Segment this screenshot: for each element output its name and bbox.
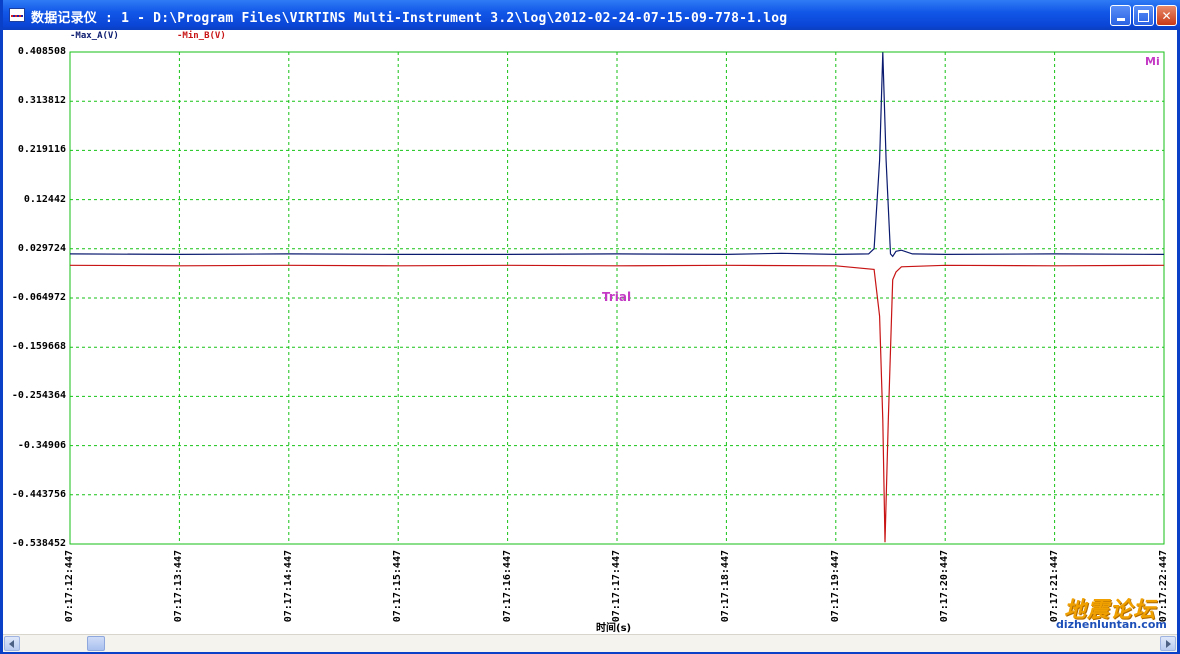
scroll-right-button[interactable] xyxy=(1160,636,1176,651)
x-tick-label: 07:17:12:447 xyxy=(64,550,75,623)
scroll-left-button[interactable] xyxy=(4,636,20,651)
x-tick-label: 07:17:16:447 xyxy=(501,550,513,623)
x-tick-label: 07:17:15:447 xyxy=(392,550,404,623)
y-tick-label: -0.538452 xyxy=(11,538,66,549)
y-tick-label: -0.443756 xyxy=(11,488,66,500)
y-tick-label: 0.313812 xyxy=(17,95,66,107)
y-tick-label: 0.12442 xyxy=(23,193,66,205)
x-tick-label: 07:17:20:447 xyxy=(939,550,951,623)
y-tick-label: 0.408508 xyxy=(17,46,66,57)
y-tick-label: -0.159668 xyxy=(11,341,66,353)
x-tick-label: 07:17:21:447 xyxy=(1048,550,1060,623)
x-tick-label: 07:17:19:447 xyxy=(829,550,841,623)
scroll-thumb[interactable] xyxy=(87,636,105,651)
x-tick-label: 07:17:18:447 xyxy=(720,550,732,623)
watermark-url: dizhenluntan.com xyxy=(1056,618,1167,631)
y-tick-label: -0.34906 xyxy=(17,439,66,451)
trial-label: Trial xyxy=(602,290,632,304)
x-tick-label: 07:17:14:447 xyxy=(282,550,294,623)
y-tick-label: 0.029724 xyxy=(17,242,66,254)
x-tick-label: 07:17:17:447 xyxy=(611,550,622,623)
corner-mark: Mi xyxy=(1145,55,1160,68)
x-tick-label: 07:17:22:447 xyxy=(1158,550,1169,623)
x-tick-label: 07:17:13:447 xyxy=(173,550,185,623)
x-axis-title: 时间(s) xyxy=(596,623,632,634)
horizontal-scrollbar[interactable] xyxy=(3,634,1177,652)
y-tick-label: -0.064972 xyxy=(11,292,66,303)
y-tick-label: -0.254364 xyxy=(11,390,66,402)
y-tick-label: 0.219116 xyxy=(17,144,66,156)
